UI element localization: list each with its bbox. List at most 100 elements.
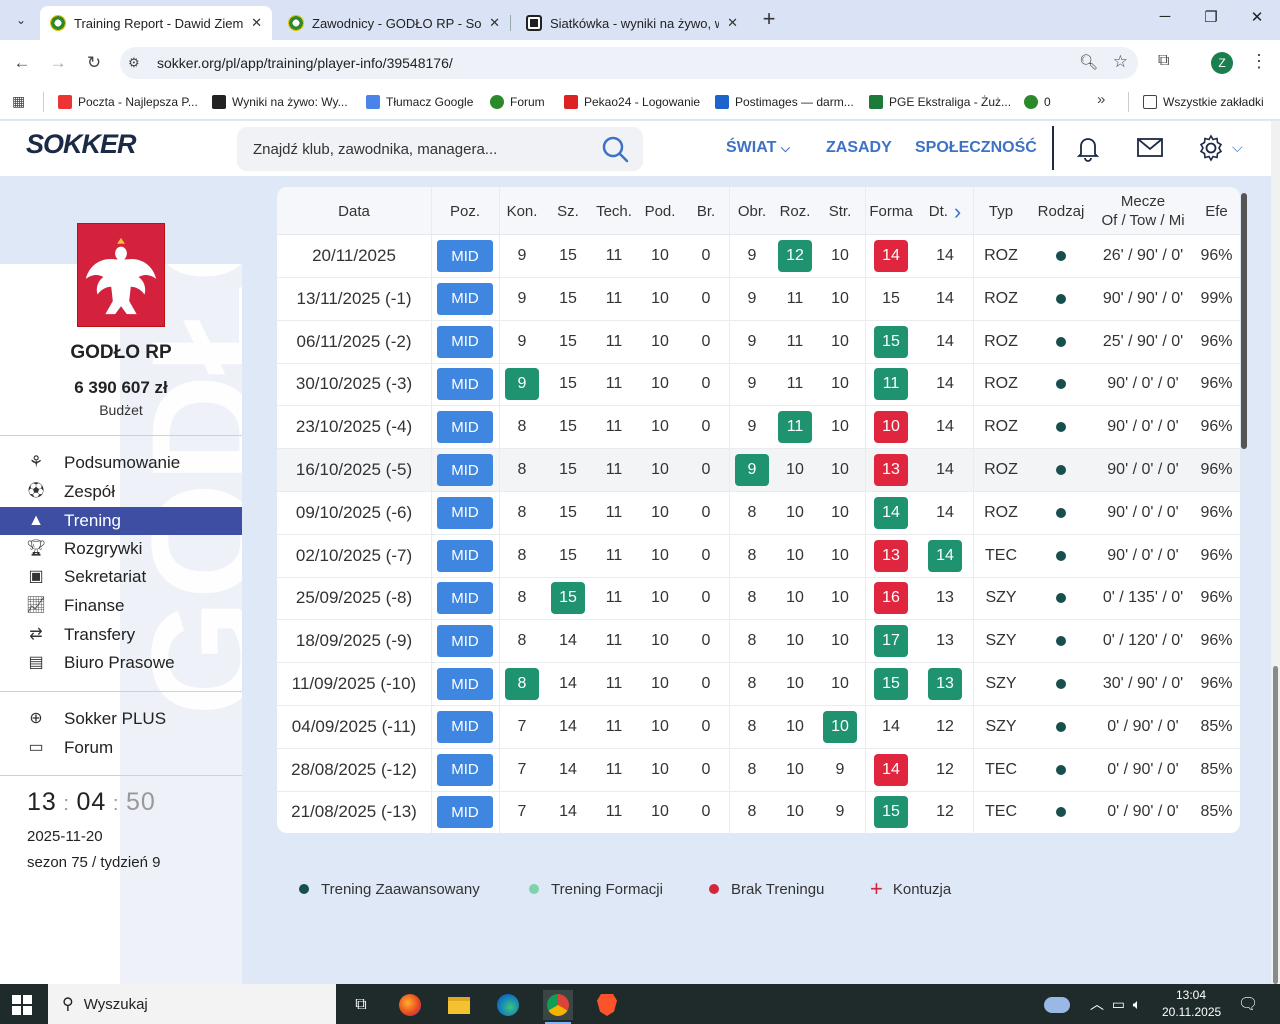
bookmark-postimages[interactable]: Postimages — darm... [715,92,854,112]
weather-icon[interactable] [1042,990,1072,1020]
windows-start-icon[interactable] [12,995,32,1015]
forward-button[interactable]: → [47,52,69,74]
table-row[interactable]: 18/09/2025 (-9) MID 8 14 11 10 0 8 10 10 17 13 SZY 0'… [277,620,1240,664]
table-row[interactable]: 23/10/2025 (-4) MID 8 15 11 10 0 9 11 10 10 14 ROZ 90… [277,406,1240,450]
extensions-icon[interactable]: ⧉ [1158,52,1169,70]
sokker-logo[interactable]: SOKKER [26,129,137,160]
bookmark-pge[interactable]: PGE Ekstraliga - Żuż... [869,92,1011,112]
apps-grid-icon[interactable]: ▦ [12,93,25,110]
browser-tab-siatkowka[interactable]: Siatkówka - wyniki na żywo, wyn ✕ [516,6,748,40]
zoom-icon[interactable]: 🔍︎ [1079,53,1098,71]
search-icon[interactable] [601,135,629,163]
table-row[interactable]: 25/09/2025 (-8) MID 8 15 11 10 0 8 10 10 16 13 SZY 0'… [277,577,1240,621]
reload-button[interactable]: ↻ [83,52,105,74]
sidebar-item-podsumowanie[interactable]: ⚘ Podsumowanie [0,449,242,477]
new-tab-button[interactable]: + [757,8,781,32]
nav-swiat[interactable]: ŚWIAT ⌵ [726,139,790,157]
settings-gear-icon[interactable] [1196,133,1226,163]
column-header-roz[interactable]: Roz. [775,187,815,235]
minimize-button[interactable]: ─ [1150,8,1180,32]
column-header-br[interactable]: Br. [683,187,729,235]
table-row[interactable]: 21/08/2025 (-13) MID 7 14 11 10 0 8 10 9 15 12 TEC 0'… [277,791,1240,833]
table-scrollbar-thumb[interactable] [1241,193,1247,449]
close-tab-icon[interactable]: ✕ [251,15,262,31]
bookmark-poczta[interactable]: Poczta - Najlepsza P... [58,92,198,112]
column-header-pos[interactable]: Poz. [431,187,499,235]
taskbar-clock[interactable]: 13:04 20.11.2025 [1162,987,1221,1021]
table-row[interactable]: 16/10/2025 (-5) MID 8 15 11 10 0 9 10 10 13 14 ROZ 90… [277,449,1240,492]
system-tray-icons[interactable]: ︿ ▭ 🔈︎ [1090,994,1141,1014]
edge-icon[interactable] [493,990,523,1020]
column-header-obr[interactable]: Obr. [729,187,775,235]
table-row[interactable]: 04/09/2025 (-11) MID 7 14 11 10 0 8 10 10 14 12 SZY 0… [277,706,1240,749]
sidebar-item-biuro-prasowe[interactable]: ▤ Biuro Prasowe [0,649,242,677]
nav-spolecznosc[interactable]: SPOŁECZNOŚĆ [915,139,1037,157]
chrome-icon[interactable] [543,990,573,1024]
table-row[interactable]: 30/10/2025 (-3) MID 9 15 11 10 0 9 11 10 11 14 ROZ 90… [277,363,1240,407]
tab-search-button[interactable]: ⌄ [8,8,34,32]
nav-zasady[interactable]: ZASADY [826,139,892,157]
table-row[interactable]: 20/11/2025 MID 9 15 11 10 0 9 12 10 14 14 ROZ 26' / 9… [277,235,1240,278]
bookmark-pekao[interactable]: Pekao24 - Logowanie [564,92,700,112]
mail-icon[interactable] [1135,133,1165,163]
close-tab-icon[interactable]: ✕ [489,15,500,31]
bookmark-forum[interactable]: Forum [490,92,545,112]
column-header-typ[interactable]: Typ [973,187,1029,235]
column-header-rodzaj[interactable]: Rodzaj [1029,187,1093,235]
site-info-icon[interactable]: ⚙ [128,55,144,71]
browser-tab-zawodnicy[interactable]: Zawodnicy - GODŁO RP - Sokker ✕ [278,6,511,40]
chevron-down-icon[interactable]: ⌵ [1232,139,1243,156]
close-tab-icon[interactable]: ✕ [727,15,738,31]
all-bookmarks-folder[interactable]: Wszystkie zakładki [1143,92,1264,112]
close-window-button[interactable]: ✕ [1242,8,1272,32]
sidebar-item-finanse[interactable]: 📈︎ Finanse [0,592,242,620]
column-header-mecze[interactable]: Mecze Of / Tow / Mi [1093,187,1193,235]
sidebar-item-trening[interactable]: ▲ Trening [0,507,242,535]
column-header-efe[interactable]: Efe [1193,187,1240,235]
url-text[interactable]: sokker.org/pl/app/training/player-info/3… [157,55,453,71]
bookmark-zero[interactable]: 0 [1024,92,1051,112]
chevron-right-icon[interactable]: › [954,200,961,222]
sidebar-item-sokker-plus[interactable]: ⊕ Sokker PLUS [0,705,242,733]
brave-icon[interactable] [592,990,622,1020]
column-header-kon[interactable]: Kon. [499,187,545,235]
back-button[interactable]: ← [11,52,33,74]
table-row[interactable]: 02/10/2025 (-7) MID 8 15 11 10 0 8 10 10 13 14 TEC 90… [277,535,1240,578]
club-crest-eagle[interactable] [77,223,165,327]
bookmark-star-icon[interactable]: ☆ [1113,52,1128,72]
bookmark-tlumacz[interactable]: Tłumacz Google [366,92,473,112]
task-view-icon[interactable]: ⧉ [346,990,376,1020]
browser-tab-training-report[interactable]: Training Report - Dawid Ziemian ✕ [40,6,272,40]
table-row[interactable]: 06/11/2025 (-2) MID 9 15 11 10 0 9 11 10 15 14 ROZ 25… [277,321,1240,364]
table-row[interactable]: 28/08/2025 (-12) MID 7 14 11 10 0 8 10 9 14 12 TEC 0'… [277,749,1240,792]
more-bookmarks-icon[interactable]: » [1097,91,1105,108]
club-name[interactable]: GODŁO RP [0,342,242,364]
table-row[interactable]: 13/11/2025 (-1) MID 9 15 11 10 0 9 11 10 15 14 ROZ 90… [277,278,1240,321]
taskbar-search[interactable]: ⚲ Wyszukaj [48,984,336,1024]
restore-button[interactable]: ❐ [1196,8,1226,32]
column-header-dt[interactable]: Dt. › [917,187,973,235]
browser-menu-icon[interactable]: ⋮ [1250,51,1268,72]
profile-avatar[interactable]: Z [1211,52,1233,74]
column-header-sz[interactable]: Sz. [545,187,591,235]
notification-icon[interactable]: 🗨︎ [1238,994,1258,1014]
sidebar-item-rozgrywki[interactable]: 🏆︎ Rozgrywki [0,535,242,563]
column-header-tech[interactable]: Tech. [591,187,637,235]
sidebar-item-sekretariat[interactable]: ▣ Sekretariat [0,563,242,591]
file-explorer-icon[interactable] [444,990,474,1020]
page-scrollbar-thumb[interactable] [1273,666,1278,984]
bookmark-wyniki[interactable]: Wyniki na żywo: Wy... [212,92,348,112]
search-input[interactable] [253,138,583,160]
sidebar-item-zespol[interactable]: ⚽︎ Zespół [0,478,242,506]
column-header-forma[interactable]: Forma [865,187,917,235]
sidebar-item-forum[interactable]: ▭ Forum [0,734,242,762]
table-row[interactable]: 09/10/2025 (-6) MID 8 15 11 10 0 8 10 10 14 14 ROZ 90… [277,492,1240,535]
address-bar[interactable]: ⚙ sokker.org/pl/app/training/player-info… [120,47,1138,79]
sidebar-item-transfery[interactable]: ⇄ Transfery [0,621,242,649]
bell-icon[interactable] [1073,133,1103,163]
column-header-date[interactable]: Data [277,187,431,235]
column-header-pod[interactable]: Pod. [637,187,683,235]
column-header-str[interactable]: Str. [815,187,865,235]
table-row[interactable]: 11/09/2025 (-10) MID 8 14 11 10 0 8 10 10 15 13 SZY 3… [277,663,1240,706]
firefox-icon[interactable] [395,990,425,1020]
